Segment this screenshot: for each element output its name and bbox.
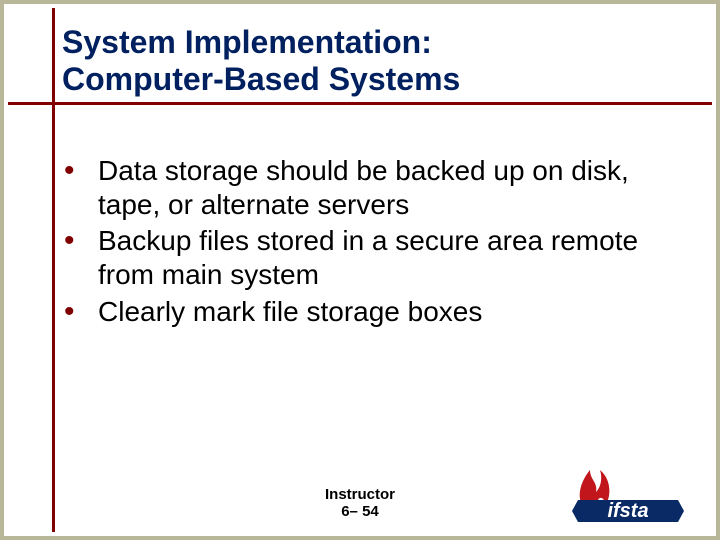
bullet-item: • Data storage should be backed up on di… (64, 154, 676, 222)
vertical-rule (52, 8, 55, 532)
bullet-text: Clearly mark file storage boxes (98, 295, 482, 329)
bullet-icon: • (64, 226, 98, 256)
slide-title: System Implementation: Computer-Based Sy… (62, 24, 460, 98)
body: • Data storage should be backed up on di… (64, 154, 676, 331)
logo-wordmark: ifsta (607, 500, 648, 522)
bullet-icon: • (64, 156, 98, 186)
title-block: System Implementation: Computer-Based Sy… (62, 24, 460, 98)
bullet-icon: • (64, 297, 98, 327)
slide: System Implementation: Computer-Based Sy… (0, 0, 720, 540)
ifsta-logo: ifsta (566, 464, 686, 522)
bullet-item: • Clearly mark file storage boxes (64, 295, 676, 329)
horizontal-rule (8, 102, 712, 105)
bullet-text: Data storage should be backed up on disk… (98, 154, 676, 222)
bullet-text: Backup files stored in a secure area rem… (98, 224, 676, 292)
bullet-item: • Backup files stored in a secure area r… (64, 224, 676, 292)
